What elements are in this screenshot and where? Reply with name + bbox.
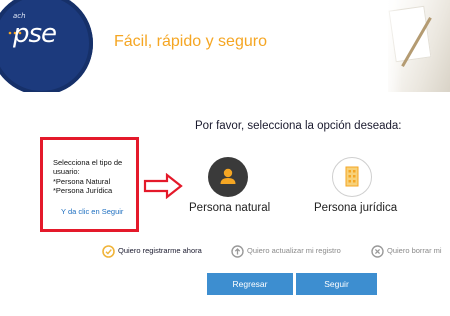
- check-circle-icon: [102, 245, 115, 258]
- instruction-box: Selecciona el tipo de usuario: *Persona …: [40, 137, 139, 232]
- building-icon: [332, 157, 372, 197]
- right-arrow-icon: [143, 173, 183, 199]
- x-circle-icon: [371, 245, 384, 258]
- option-persona-juridica[interactable]: Persona jurídica: [311, 157, 401, 217]
- hint-line-4: *Persona Jurídica: [53, 186, 113, 195]
- hint-line-2: usuario:: [53, 167, 80, 176]
- logo-text: pse: [13, 19, 57, 49]
- status-label-update: Quiero actualizar mi registro: [247, 246, 341, 255]
- header: ach pse Fácil, rápido y seguro: [0, 0, 450, 92]
- radio-delete-registration[interactable]: Quiero borrar mi: [371, 245, 450, 259]
- next-button[interactable]: Seguir: [296, 273, 377, 295]
- hint-line-1: Selecciona el tipo de: [53, 158, 123, 167]
- status-label-delete: Quiero borrar mi: [387, 246, 442, 255]
- status-label-register: Quiero registrarme ahora: [118, 246, 202, 255]
- option-persona-natural[interactable]: Persona natural: [186, 157, 286, 217]
- radio-update-registration[interactable]: Quiero actualizar mi registro: [231, 245, 361, 259]
- header-photo-fade: [380, 0, 402, 92]
- hint-continue-link[interactable]: Y da clic en Seguir: [61, 207, 123, 216]
- radio-register-now[interactable]: Quiero registrarme ahora: [102, 245, 222, 259]
- up-arrow-circle-icon: [231, 245, 244, 258]
- back-button[interactable]: Regresar: [207, 273, 293, 295]
- option-label-natural: Persona natural: [189, 202, 271, 214]
- tagline: Fácil, rápido y seguro: [114, 33, 267, 50]
- option-label-juridica: Persona jurídica: [314, 202, 398, 214]
- pse-logo: ach pse: [0, 0, 93, 92]
- hint-line-3: *Persona Natural: [53, 177, 111, 186]
- person-icon: [208, 157, 248, 197]
- selection-prompt: Por favor, selecciona la opción deseada:: [195, 120, 402, 132]
